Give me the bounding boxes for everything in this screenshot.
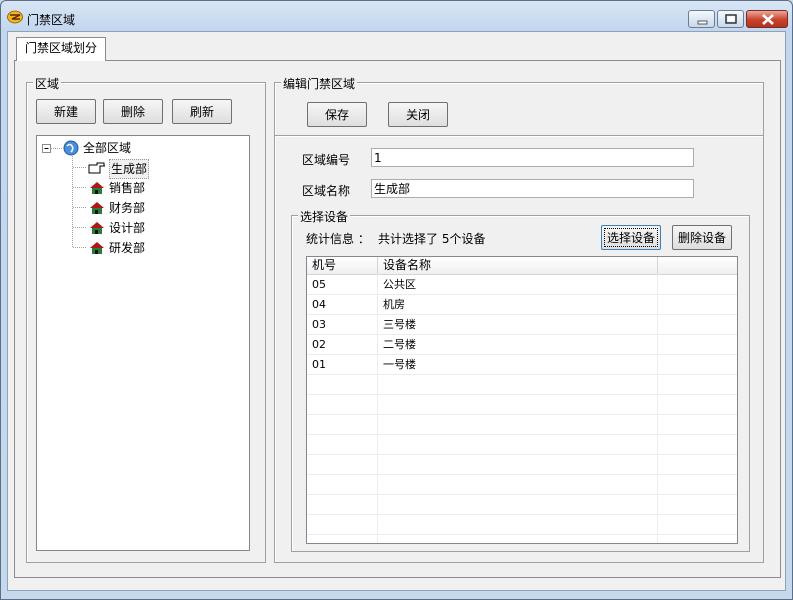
device-list-header: 机号 设备名称 — [307, 257, 737, 275]
tree-item-label: 研发部 — [109, 241, 146, 255]
cell-device-id: 02 — [312, 338, 326, 351]
cell-device-name: 机房 — [383, 298, 405, 311]
cell-device-id: 04 — [312, 298, 326, 311]
minimize-icon — [697, 20, 708, 25]
maximize-icon — [725, 14, 737, 24]
edit-separator — [275, 135, 763, 137]
cell-device-name: 二号楼 — [383, 338, 416, 351]
column-device-id[interactable]: 机号 — [307, 257, 378, 274]
close-button[interactable]: 关闭 — [388, 102, 448, 127]
column-extra[interactable] — [658, 257, 737, 274]
tree-item-label: 生成部 — [109, 159, 150, 179]
pointing-hand-icon — [88, 162, 105, 174]
close-icon — [762, 14, 774, 25]
device-list[interactable]: 机号 设备名称 05 公共区 04 机房 03 三号楼 02 二号楼 01 一号… — [306, 256, 738, 544]
empty-row — [307, 375, 737, 395]
edit-region-group-label: 编辑门禁区域 — [281, 75, 358, 92]
cell-device-id: 05 — [312, 278, 326, 291]
maximize-button[interactable] — [717, 10, 744, 28]
close-window-button[interactable] — [746, 10, 788, 28]
cell-device-name: 三号楼 — [383, 318, 416, 331]
house-icon — [90, 182, 104, 194]
column-device-name[interactable]: 设备名称 — [378, 257, 658, 274]
table-row[interactable]: 04 机房 — [307, 295, 737, 315]
cell-device-id: 03 — [312, 318, 326, 331]
house-icon — [90, 242, 104, 254]
region-group-label: 区域 — [33, 75, 62, 92]
minimize-button[interactable] — [688, 10, 715, 28]
empty-row — [307, 395, 737, 415]
empty-row — [307, 455, 737, 475]
save-button[interactable]: 保存 — [307, 102, 367, 127]
table-row[interactable]: 01 一号楼 — [307, 355, 737, 375]
empty-row — [307, 415, 737, 435]
stats-label: 统计信息 ： — [306, 232, 370, 246]
window-title: 门禁区域 — [27, 13, 76, 27]
table-row[interactable]: 05 公共区 — [307, 275, 737, 295]
tree-item-label: 销售部 — [109, 181, 146, 195]
new-button[interactable]: 新建 — [36, 99, 96, 124]
house-icon — [90, 202, 104, 214]
remove-device-button[interactable]: 删除设备 — [672, 225, 732, 250]
cell-device-id: 01 — [312, 358, 326, 371]
region-id-input[interactable] — [371, 148, 694, 167]
region-id-label: 区域编号 — [302, 153, 351, 167]
tree-root-label: 全部区域 — [83, 141, 132, 155]
device-group-label: 选择设备 — [298, 208, 351, 225]
tab-region-division[interactable]: 门禁区域划分 — [16, 37, 106, 61]
delete-button[interactable]: 删除 — [103, 99, 163, 124]
select-device-button[interactable]: 选择设备 — [601, 225, 661, 250]
region-tree[interactable]: 全部区域 生成部 销售部 财务部 设计部 研发部 — [36, 135, 250, 551]
tree-item-label: 财务部 — [109, 201, 146, 215]
tree-item-label: 设计部 — [109, 221, 146, 235]
house-icon — [90, 222, 104, 234]
app-icon — [7, 10, 23, 24]
empty-row — [307, 475, 737, 495]
empty-row — [307, 515, 737, 535]
refresh-button[interactable]: 刷新 — [172, 99, 232, 124]
cell-device-name: 公共区 — [383, 278, 416, 291]
stats-text: 共计选择了 5个设备 — [378, 232, 486, 246]
empty-row — [307, 435, 737, 455]
empty-row — [307, 495, 737, 515]
table-row[interactable]: 02 二号楼 — [307, 335, 737, 355]
table-row[interactable]: 03 三号楼 — [307, 315, 737, 335]
globe-icon — [63, 140, 79, 156]
cell-device-name: 一号楼 — [383, 358, 416, 371]
region-name-input[interactable] — [371, 179, 694, 198]
region-name-label: 区域名称 — [302, 184, 351, 198]
title-bar[interactable]: 门禁区域 — [1, 1, 792, 31]
